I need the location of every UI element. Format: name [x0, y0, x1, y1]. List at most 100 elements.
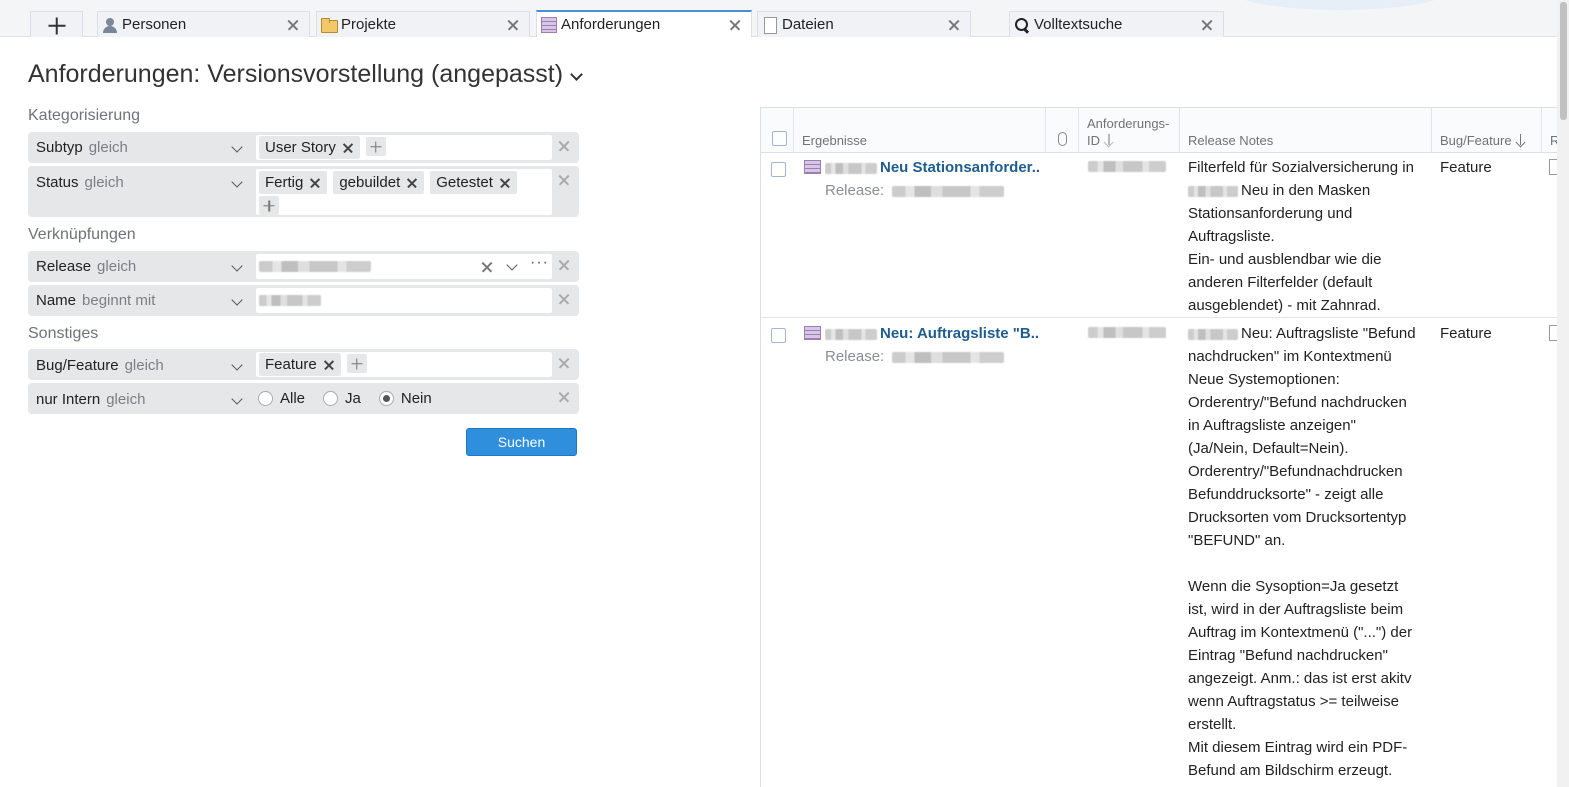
filter-operator[interactable]: gleich — [106, 391, 145, 408]
clear-filter-icon[interactable] — [557, 390, 571, 404]
vertical-scrollbar[interactable] — [1557, 0, 1569, 787]
filter-operator[interactable]: gleich — [97, 258, 136, 275]
filter-field-label: Name — [36, 292, 77, 309]
bug-feature-value: Feature — [1440, 159, 1492, 176]
header-decoration — [1230, 0, 1450, 10]
scrollbar-thumb[interactable] — [1560, 2, 1567, 120]
tab-projekte[interactable]: Projekte — [316, 11, 530, 37]
chevron-down-icon[interactable] — [230, 294, 244, 308]
value-chip: User Story — [259, 136, 360, 159]
value-chip: Getestet — [430, 171, 517, 194]
row-release: Release: — [825, 182, 1005, 199]
note-line: Neu in den Masken — [1188, 179, 1428, 202]
clear-value-icon[interactable] — [480, 260, 494, 274]
bug-feature-value: Feature — [1440, 325, 1492, 342]
filter-field-label: Status — [36, 174, 79, 191]
new-tab-button[interactable] — [30, 11, 83, 37]
column-header-req-id[interactable]: Anforderungs- ID — [1079, 108, 1180, 153]
chevron-down-icon[interactable] — [230, 260, 244, 274]
value-chip: Feature — [259, 353, 341, 376]
sort-arrow-icon — [1515, 134, 1527, 146]
search-icon — [1014, 17, 1030, 33]
filter-value-box[interactable]: User Story — [256, 135, 552, 160]
clear-filter-icon[interactable] — [557, 292, 571, 306]
page-title[interactable]: Anforderungen: Versionsvorstellung (ange… — [28, 60, 583, 89]
select-all-checkbox[interactable] — [772, 131, 787, 146]
radio-alle[interactable] — [258, 390, 273, 406]
column-label: Anforderungs- ID — [1087, 115, 1169, 149]
clear-filter-icon[interactable] — [557, 258, 571, 272]
redacted-prefix — [825, 328, 877, 340]
filter-row-release: Release gleich ··· — [28, 251, 579, 282]
close-icon[interactable] — [283, 15, 303, 35]
chevron-down-icon[interactable] — [230, 176, 244, 190]
radio-nein[interactable] — [378, 390, 394, 406]
column-header-attachments[interactable] — [1046, 108, 1079, 153]
tab-volltextsuche[interactable]: Volltextsuche — [1009, 11, 1224, 37]
name-input[interactable] — [256, 288, 552, 313]
release-label: Release: — [825, 348, 885, 365]
row-title-link[interactable]: Neu: Auftragsliste "B... — [825, 325, 1040, 342]
column-label-line: ID — [1087, 133, 1100, 148]
remove-chip-icon[interactable] — [307, 175, 323, 191]
chip-label: Fertig — [265, 174, 304, 191]
requirement-icon — [804, 160, 821, 174]
release-selector[interactable]: ··· — [256, 254, 552, 279]
column-header-bug-feature[interactable]: Bug/Feature — [1432, 108, 1542, 153]
column-header-release-notes[interactable]: Release Notes — [1180, 108, 1432, 153]
filter-operator[interactable]: gleich — [125, 357, 164, 374]
remove-chip-icon[interactable] — [321, 357, 337, 373]
filter-value-box[interactable]: Feature — [256, 352, 552, 377]
close-icon[interactable] — [944, 15, 964, 35]
filter-name: Release gleich — [36, 258, 136, 275]
close-icon[interactable] — [503, 15, 523, 35]
close-icon[interactable] — [725, 15, 745, 35]
remove-chip-icon[interactable] — [340, 140, 356, 156]
chevron-down-icon[interactable] — [230, 359, 244, 373]
paperclip-icon — [1058, 132, 1067, 146]
clear-filter-icon[interactable] — [557, 173, 571, 187]
close-icon[interactable] — [1197, 15, 1217, 35]
chevron-down-icon[interactable] — [569, 68, 583, 82]
filter-operator[interactable]: gleich — [85, 174, 124, 191]
filter-row-intern: nur Intern gleich Alle Ja Nein — [28, 383, 579, 414]
filter-operator[interactable]: gleich — [89, 139, 128, 156]
add-value-button[interactable] — [259, 196, 279, 215]
radio-group-intern: Alle Ja Nein — [256, 383, 448, 413]
clear-filter-icon[interactable] — [557, 356, 571, 370]
remove-chip-icon[interactable] — [404, 175, 420, 191]
note-line: Ein- und ausblendbar wie die — [1188, 251, 1382, 268]
column-header-results[interactable]: Ergebnisse — [794, 108, 1046, 153]
note-line: Orderentry/"Befundnachdrucken — [1188, 463, 1403, 480]
tab-dateien[interactable]: Dateien — [757, 11, 971, 37]
redacted-name-value — [259, 295, 321, 306]
radio-ja[interactable] — [323, 390, 339, 406]
filter-field-label: Release — [36, 258, 92, 275]
search-button[interactable]: Suchen — [466, 428, 577, 456]
remove-chip-icon[interactable] — [497, 175, 513, 191]
radio-label: Alle — [280, 389, 306, 407]
tab-personen[interactable]: Personen — [97, 11, 310, 37]
filter-operator[interactable]: beginnt mit — [82, 292, 155, 309]
table-row[interactable]: Neu: Auftragsliste "B... Release: Neu: A… — [761, 319, 1569, 787]
note-text: Neu in den Masken — [1241, 182, 1371, 199]
row-checkbox[interactable] — [771, 162, 786, 177]
chevron-down-icon[interactable] — [230, 141, 244, 155]
chip-label: gebuildet — [339, 174, 401, 191]
filter-name: Status gleich — [36, 174, 124, 191]
add-value-button[interactable] — [365, 137, 386, 156]
tab-anforderungen[interactable]: Anforderungen — [536, 10, 752, 37]
section-label-categorization: Kategorisierung — [28, 107, 141, 124]
more-options-icon[interactable]: ··· — [530, 254, 549, 272]
note-line: Filterfeld für Sozialversicherung in — [1188, 159, 1414, 176]
chevron-down-icon[interactable] — [505, 259, 519, 273]
requirements-icon — [541, 16, 557, 33]
add-value-button[interactable] — [346, 354, 367, 373]
chevron-down-icon[interactable] — [230, 393, 244, 407]
row-title-link[interactable]: Neu Stationsanforder... — [825, 159, 1040, 176]
filter-value-box[interactable]: Fertig gebuildet Getestet — [256, 169, 552, 215]
note-line: Mit diesem Eintrag wird ein PDF- — [1188, 739, 1408, 756]
clear-filter-icon[interactable] — [557, 139, 571, 153]
table-row[interactable]: Neu Stationsanforder... Release: Filterf… — [761, 153, 1569, 318]
row-checkbox[interactable] — [771, 328, 786, 343]
